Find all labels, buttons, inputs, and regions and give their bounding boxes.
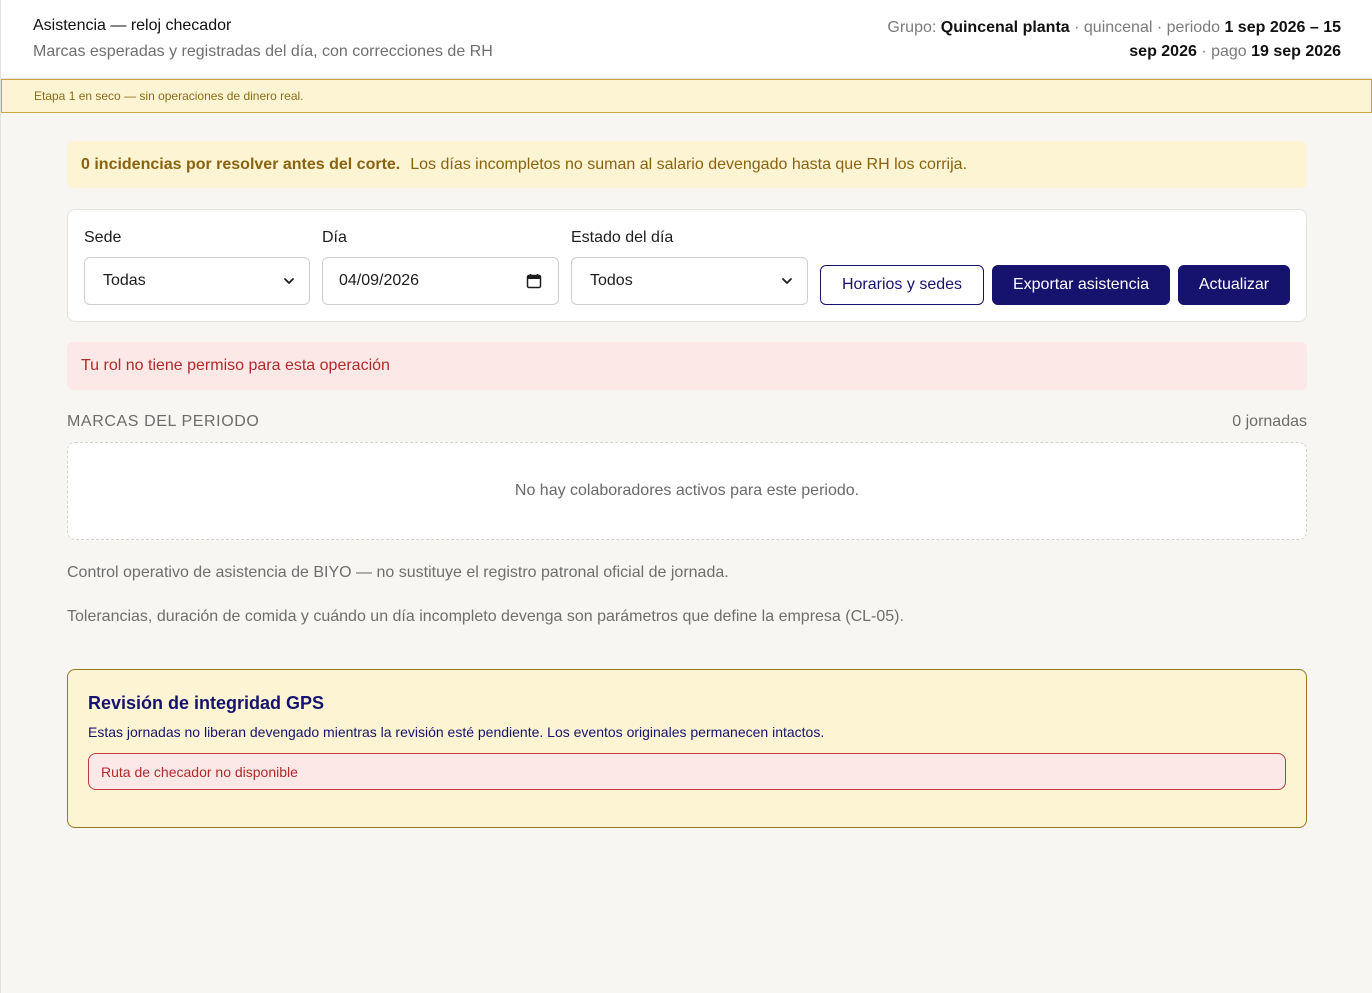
empty-state-text: No hay colaboradores activos para este p…	[514, 482, 860, 499]
estado-label: Estado del día	[571, 229, 674, 246]
gps-route-error: Ruta de checador no disponible	[88, 753, 1286, 790]
action-buttons: Horarios y sedes Exportar asistencia Act…	[820, 265, 1290, 305]
dia-value: 04/09/2026	[339, 272, 420, 289]
incidencias-text: Los días incompletos no suman al salario…	[410, 155, 968, 173]
permission-error-alert: Tu rol no tiene permiso para esta operac…	[67, 342, 1307, 390]
dia-date-input[interactable]: 04/09/2026	[322, 257, 559, 305]
period-info: Grupo: Quincenal planta · quincenal · pe…	[871, 16, 1341, 78]
sede-field: Sede Todas	[84, 228, 310, 305]
dia-field: Día 04/09/2026	[322, 228, 559, 305]
gps-card-description: Estas jornadas no liberan devengado mien…	[88, 724, 825, 740]
filters-panel: Sede Todas Día 04/09/2026 Estado del día…	[67, 209, 1307, 322]
estado-select[interactable]: Todos	[571, 257, 808, 305]
page-subtitle: Marcas esperadas y registradas del día, …	[33, 43, 493, 60]
incidencias-alert: 0 incidencias por resolver antes del cor…	[67, 141, 1307, 188]
grupo-label: Grupo:	[887, 19, 937, 36]
marcas-section-header: MARCAS DEL PERIODO 0 jornadas	[67, 413, 1307, 431]
sede-value: Todas	[103, 272, 146, 289]
calendar-icon[interactable]	[526, 273, 542, 289]
note-control-operativo: Control operativo de asistencia de BIYO …	[67, 564, 729, 581]
horarios-sedes-button[interactable]: Horarios y sedes	[820, 265, 984, 305]
main-content: 0 incidencias por resolver antes del cor…	[1, 113, 1372, 828]
estado-field: Estado del día Todos	[571, 228, 808, 305]
exportar-asistencia-button[interactable]: Exportar asistencia	[992, 265, 1170, 305]
marcas-empty-state: No hay colaboradores activos para este p…	[67, 442, 1307, 540]
chevron-down-icon	[782, 278, 792, 284]
period-sep-1: · quincenal · periodo	[1069, 19, 1225, 36]
etapa-banner: Etapa 1 en seco — sin operaciones de din…	[1, 79, 1372, 113]
pago-date: 19 sep 2026	[1251, 43, 1341, 60]
sede-select[interactable]: Todas	[84, 257, 310, 305]
marcas-section-title: MARCAS DEL PERIODO	[67, 413, 260, 430]
actualizar-button[interactable]: Actualizar	[1178, 265, 1290, 305]
etapa-banner-text: Etapa 1 en seco — sin operaciones de din…	[34, 89, 304, 103]
gps-card-title: Revisión de integridad GPS	[88, 693, 325, 713]
dia-label: Día	[322, 229, 347, 246]
gps-route-error-text: Ruta de checador no disponible	[101, 763, 298, 780]
incidencias-count: 0 incidencias por resolver antes del cor…	[81, 155, 401, 173]
chevron-down-icon	[284, 278, 294, 284]
gps-integrity-card: Revisión de integridad GPS Estas jornada…	[67, 669, 1307, 828]
note-tolerancias: Tolerancias, duración de comida y cuándo…	[67, 608, 904, 625]
header-titles: Asistencia — reloj checador Marcas esper…	[33, 16, 493, 78]
period-sep-2: · pago	[1196, 43, 1252, 60]
top-bar: Asistencia — reloj checador Marcas esper…	[1, 0, 1372, 79]
jornadas-count: 0 jornadas	[1232, 413, 1307, 430]
permission-error-text: Tu rol no tiene permiso para esta operac…	[81, 357, 390, 374]
sede-label: Sede	[84, 229, 122, 246]
estado-value: Todos	[590, 272, 633, 289]
grupo-name: Quincenal planta	[940, 19, 1070, 36]
page-title: Asistencia — reloj checador	[33, 17, 232, 34]
